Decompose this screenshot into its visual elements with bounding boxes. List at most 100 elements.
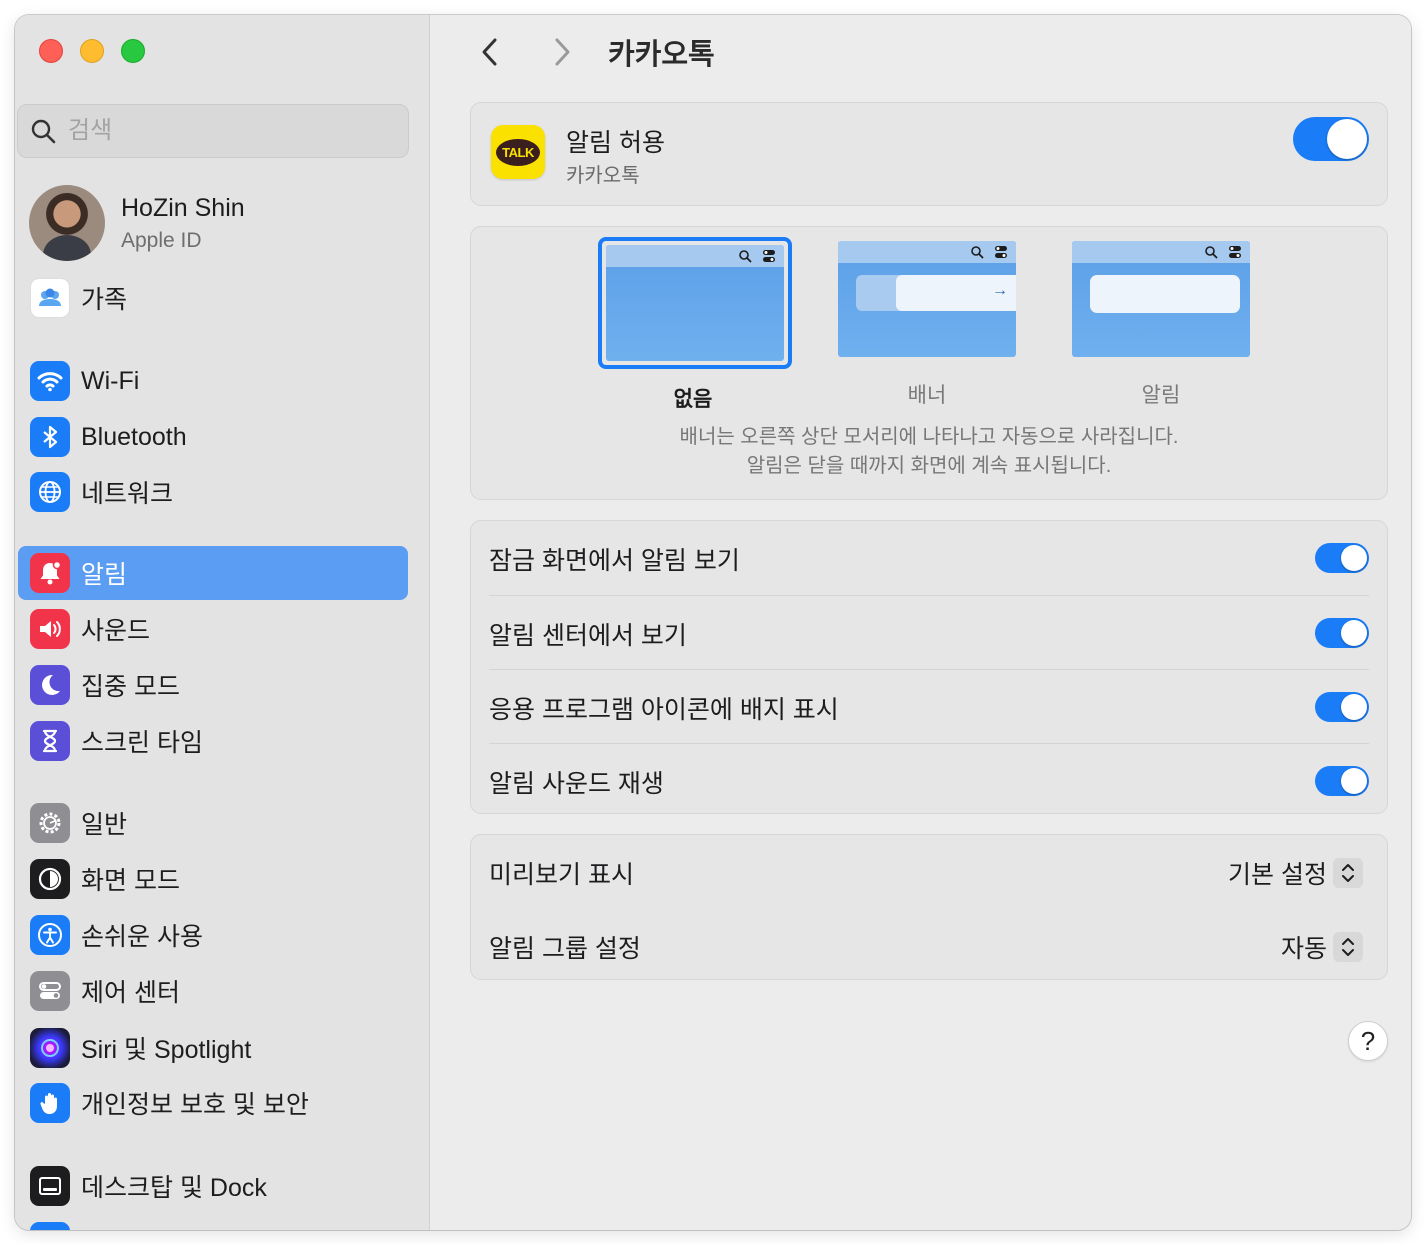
popup-value: 자동 [1280,935,1327,963]
sidebar-item-label: 화면 모드 [81,867,180,895]
toggle-row-lock-screen: 잠금 화면에서 알림 보기 [489,521,1369,595]
siri-icon [30,1028,70,1068]
sidebar-item-label: 일반 [81,811,128,839]
apple-id-profile[interactable]: HoZin Shin Apple ID [29,185,245,261]
sidebar-item-label: 알림 [81,561,128,589]
avatar [29,185,105,261]
style-label: 없음 [673,388,713,411]
sidebar-item-label: 데스크탑 및 Dock [81,1174,267,1202]
style-option-banner[interactable]: → 배너 [832,237,1022,409]
notification-grouping-popup[interactable]: 자동 [1281,929,1363,965]
sidebar-item-label: 개인정보 보호 및 보안 [81,1091,309,1119]
preview-none [606,245,784,361]
sidebar-item-desktop-dock[interactable]: 데스크탑 및 Dock [18,1159,408,1213]
popup-value: 기본 설정 [1228,861,1327,889]
style-label: 배너 [907,384,947,407]
bell-icon [30,553,70,593]
sidebar-item-label: Bluetooth [81,422,187,451]
speaker-icon [30,609,70,649]
minimize-window-button[interactable] [80,39,104,63]
sidebar-item-appearance[interactable]: 화면 모드 [18,852,408,906]
sidebar-item-bluetooth[interactable]: Bluetooth [18,410,408,464]
toggle-knob [1341,694,1367,720]
allow-notifications-card: TALK 알림 허용 카카오톡 [470,102,1388,206]
sidebar-item-label: 가족 [81,286,128,314]
gear-icon [30,803,70,843]
accessibility-icon [30,915,70,955]
sidebar-item-accessibility[interactable]: 손쉬운 사용 [18,908,408,962]
sidebar-item-focus[interactable]: 집중 모드 [18,658,408,712]
notification-center-toggle[interactable] [1315,618,1369,648]
search-icon [31,119,56,144]
sidebar-item-label: Wi-Fi [81,366,140,395]
sound-toggle[interactable] [1315,766,1369,796]
style-option-none[interactable]: 없음 [598,237,792,413]
hand-icon [30,1083,70,1123]
toggle-knob [1327,119,1367,159]
up-down-chevron-icon [1333,858,1363,888]
preview-grouping-card: 미리보기 표시 기본 설정 알림 그룹 설정 자동 [470,834,1388,980]
show-preview-popup[interactable]: 기본 설정 [1228,855,1363,891]
control-center-icon [763,250,775,262]
search-icon [739,250,752,263]
description-line: 알림은 닫을 때까지 화면에 계속 표시됩니다. [746,455,1112,477]
forward-button[interactable] [542,32,582,72]
search-icon [971,246,984,259]
sidebar-next-item-partial [30,1222,70,1230]
sidebar-item-screen-time[interactable]: 스크린 타임 [18,714,408,768]
dock-icon [30,1166,70,1206]
sidebar: HoZin Shin Apple ID 가족 Wi-Fi Bluetooth [15,15,430,1230]
hourglass-icon [30,721,70,761]
back-button[interactable] [470,32,510,72]
bluetooth-icon [30,417,70,457]
badge-toggle[interactable] [1315,692,1369,722]
window-controls [39,39,145,63]
row-label: 응용 프로그램 아이콘에 배지 표시 [489,696,839,724]
row-label: 잠금 화면에서 알림 보기 [489,547,740,575]
sidebar-item-sound[interactable]: 사운드 [18,602,408,656]
lock-screen-toggle[interactable] [1315,543,1369,573]
chevron-right-icon [555,38,570,66]
selected-outline [598,237,792,369]
allow-notifications-label: 알림 허용 [566,129,665,157]
toggle-knob [1341,620,1367,646]
toggle-row-sound: 알림 사운드 재생 [489,743,1369,818]
globe-icon [30,472,70,512]
profile-subtitle: Apple ID [121,228,202,252]
sidebar-item-label: 제어 센터 [81,979,180,1007]
toggle-knob [1341,768,1367,794]
sidebar-item-network[interactable]: 네트워크 [18,465,408,519]
toggle-row-badge: 응용 프로그램 아이콘에 배지 표시 [489,669,1369,744]
control-center-icon [1229,246,1241,258]
sidebar-item-general[interactable]: 일반 [18,796,408,850]
search-input[interactable] [66,116,370,146]
sidebar-item-siri-spotlight[interactable]: Siri 및 Spotlight [18,1021,408,1075]
close-window-button[interactable] [39,39,63,63]
toggle-row-notification-center: 알림 센터에서 보기 [489,595,1369,670]
up-down-chevron-icon [1333,932,1363,962]
sidebar-item-privacy-security[interactable]: 개인정보 보호 및 보안 [18,1076,408,1130]
row-label: 미리보기 표시 [489,861,634,889]
style-option-alert[interactable]: 알림 [1066,237,1256,409]
main-pane: 카카오톡 TALK 알림 허용 카카오톡 없음 → 배너 알림 배너는 오른쪽 … [430,15,1411,1230]
sidebar-item-label: 집중 모드 [81,673,180,701]
sidebar-item-wifi[interactable]: Wi-Fi [18,354,408,408]
alert-style-description: 배너는 오른쪽 상단 모서리에 나타나고 자동으로 사라집니다. 알림은 닫을 … [471,423,1387,481]
appearance-icon [30,859,70,899]
moon-icon [30,665,70,705]
row-label: 알림 센터에서 보기 [489,622,687,650]
preview-alert [1072,241,1250,357]
select-row-grouping: 알림 그룹 설정 [489,909,1369,983]
sidebar-item-label: 손쉬운 사용 [81,923,203,951]
sidebar-item-control-center[interactable]: 제어 센터 [18,964,408,1018]
search-field[interactable] [17,104,409,158]
sidebar-item-notifications[interactable]: 알림 [18,546,408,600]
zoom-window-button[interactable] [121,39,145,63]
help-button[interactable]: ? [1348,1021,1388,1061]
preview-banner: → [838,241,1016,357]
sidebar-item-family[interactable]: 가족 [18,271,408,325]
allow-notifications-toggle[interactable] [1293,117,1369,161]
chevron-left-icon [482,38,497,66]
control-center-icon [995,246,1007,258]
toolbar: 카카오톡 [470,31,715,73]
